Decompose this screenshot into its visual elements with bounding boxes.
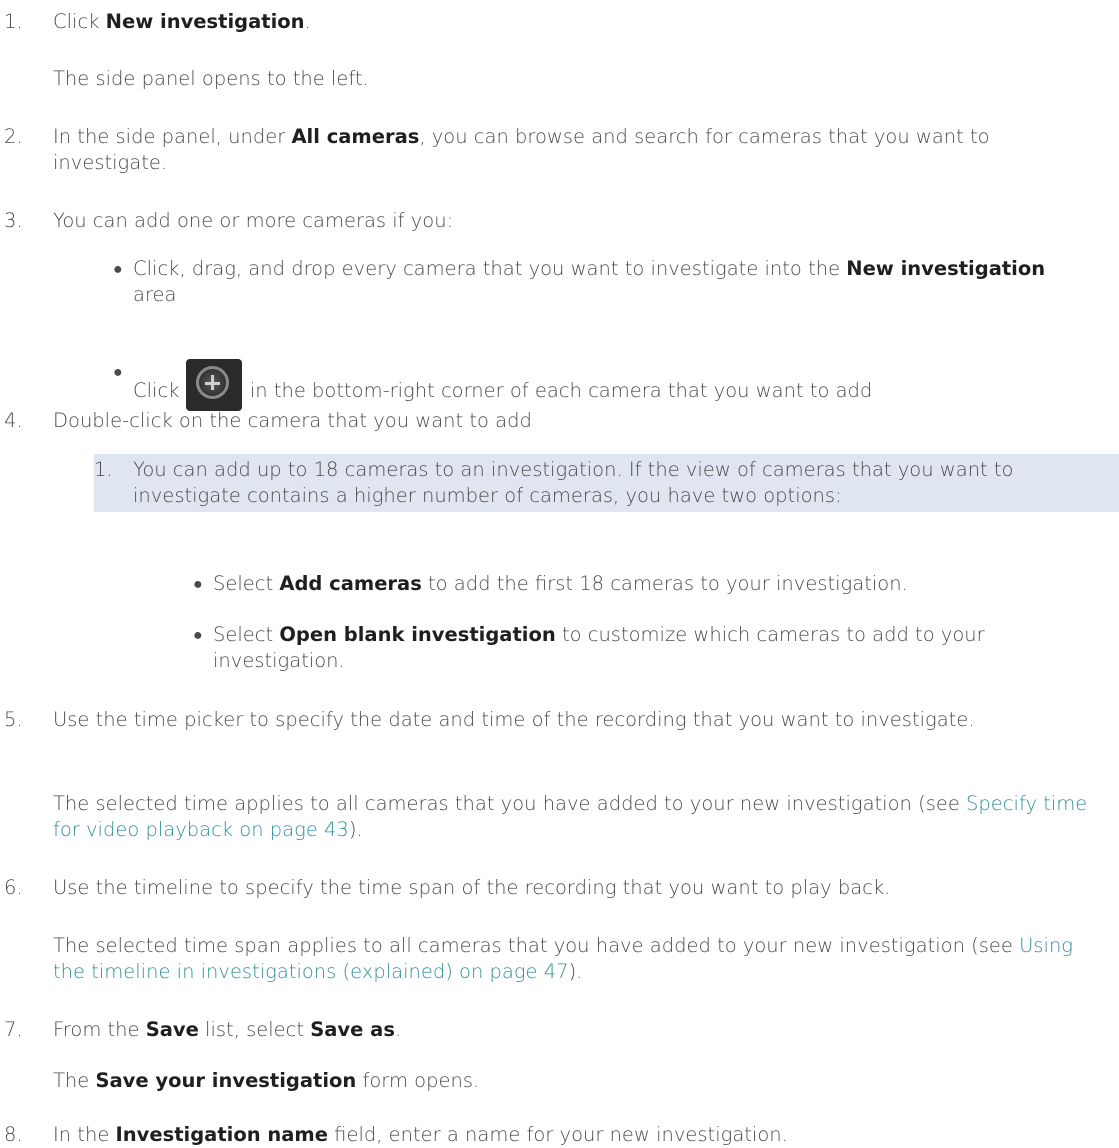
step-text: In the Investigation name field, enter a… [53, 1123, 788, 1146]
ui-term: Add cameras [279, 572, 422, 595]
step-number: 1. [4, 10, 23, 33]
ui-term: New investigation [105, 10, 305, 33]
step-text: Use the timeline to specify the time spa… [53, 876, 891, 899]
ui-term: All cameras [291, 125, 420, 148]
ui-term: Open blank investigation [279, 623, 556, 646]
plus-circle-icon [185, 359, 242, 411]
note-text: You can add up to 18 cameras to an inves… [133, 458, 1014, 507]
step-number: 5. [4, 708, 23, 731]
bullet-icon: ● [193, 574, 203, 593]
note-number: 1. [94, 458, 113, 481]
step-number: 3. [4, 209, 23, 232]
step-number: 6. [4, 876, 23, 899]
step-text: You can add one or more cameras if you: [53, 209, 454, 232]
bullet-icon: ● [193, 625, 203, 644]
bullet-icon: ● [113, 259, 123, 278]
ui-term: Save as [310, 1018, 395, 1041]
bullet-icon: ● [113, 362, 123, 381]
step-text: Double-click on the camera that you want… [53, 409, 532, 432]
step-number: 7. [4, 1018, 23, 1041]
step-text: Click New investigation. [53, 10, 311, 33]
step-number: 4. [4, 409, 23, 432]
ui-term: Save your investigation [95, 1069, 357, 1092]
ui-term: New investigation [846, 257, 1046, 280]
ui-term: Save [145, 1018, 199, 1041]
step-text: In the side panel, under All cameras, yo… [53, 125, 990, 174]
step-text: Use the time picker to specify the date … [53, 708, 975, 731]
step-text: From the Save list, select Save as. [53, 1018, 402, 1041]
step-number: 2. [4, 125, 23, 148]
ui-term: Investigation name [115, 1123, 328, 1146]
step-number: 8. [4, 1123, 23, 1146]
